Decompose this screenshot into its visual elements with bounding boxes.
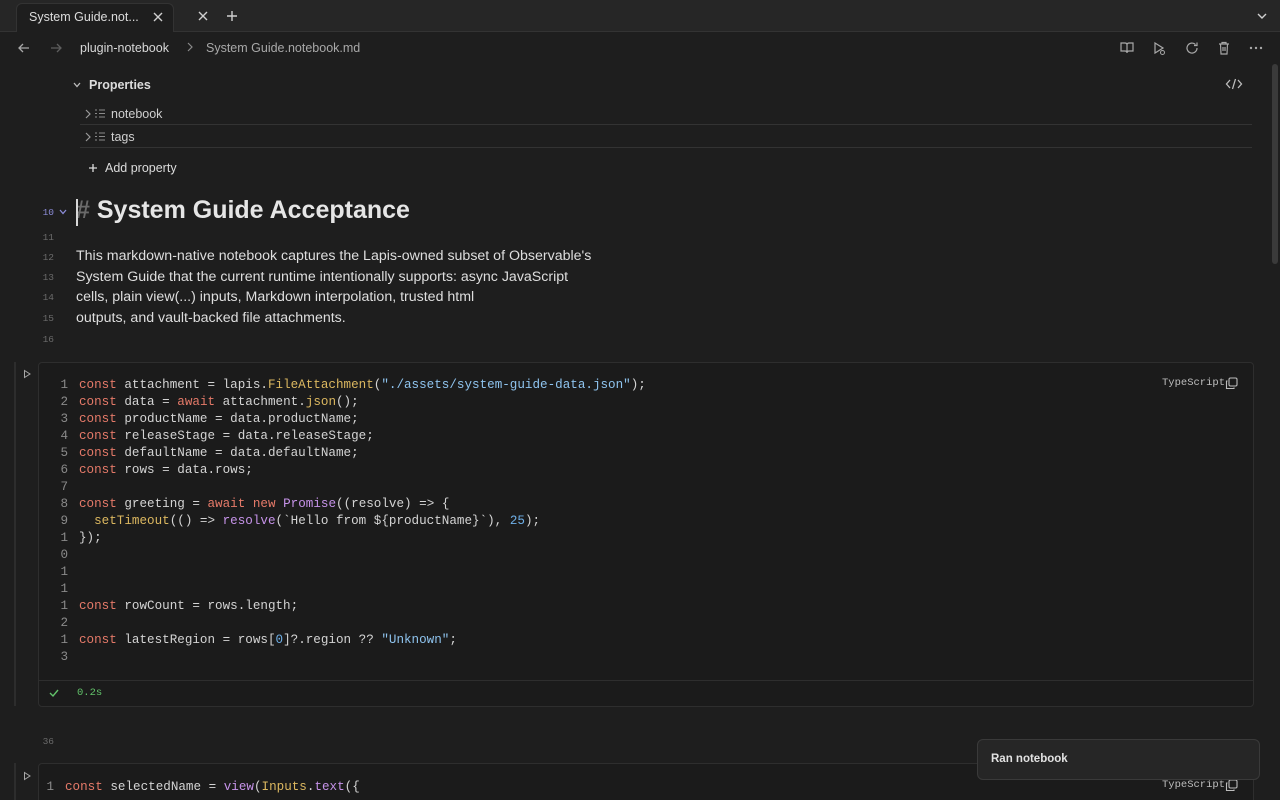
property-row-tags[interactable]: tags: [80, 125, 1252, 148]
code-icon[interactable]: [1225, 76, 1243, 92]
chevron-right-icon[interactable]: [84, 109, 92, 119]
line-number: 15: [42, 313, 54, 324]
code-line[interactable]: const selectedName = view(Inputs.text({: [65, 780, 360, 794]
chevron-down-icon[interactable]: [58, 207, 68, 217]
play-icon[interactable]: [22, 369, 32, 379]
code-line[interactable]: const greeting = await new Promise((reso…: [79, 497, 449, 511]
properties-title[interactable]: Properties: [89, 78, 151, 92]
breadcrumb-file[interactable]: System Guide.notebook.md: [206, 41, 360, 55]
language-label: TypeScript: [1162, 779, 1226, 791]
chevron-right-icon[interactable]: [84, 132, 92, 142]
code-line-number: 4: [60, 429, 68, 443]
check-icon: [49, 689, 59, 698]
page-heading: # System Guide Acceptance: [76, 196, 410, 225]
code-line[interactable]: const attachment = lapis.FileAttachment(…: [79, 378, 646, 392]
execution-time: 0.2s: [77, 687, 103, 699]
line-number: 14: [42, 292, 54, 303]
paragraph-line: This markdown-native notebook captures t…: [76, 248, 592, 264]
language-label: TypeScript: [1162, 377, 1226, 389]
code-line[interactable]: const rows = data.rows;: [79, 463, 253, 477]
code-line-number: 2: [60, 395, 68, 409]
trash-icon[interactable]: [1216, 40, 1232, 56]
paragraph-line: outputs, and vault-backed file attachmen…: [76, 310, 346, 326]
line-number: 36: [42, 736, 54, 747]
code-line-number: 1: [46, 780, 54, 794]
line-number: 12: [42, 252, 54, 263]
code-line-number: 1: [60, 633, 68, 647]
code-line[interactable]: const rowCount = rows.length;: [79, 599, 298, 613]
line-number: 16: [42, 334, 54, 345]
heading-text: System Guide Acceptance: [96, 196, 410, 224]
list-icon: [95, 109, 105, 118]
code-line-number: 1: [60, 531, 68, 545]
play-icon[interactable]: [22, 771, 32, 781]
chevron-down-icon[interactable]: [72, 80, 82, 90]
arrow-right-icon[interactable]: [48, 40, 64, 56]
tab-title: System Guide.not...: [29, 10, 139, 24]
code-line-number: 3: [60, 650, 68, 664]
chevron-down-icon[interactable]: [1253, 7, 1271, 25]
close-icon[interactable]: [149, 8, 167, 26]
paragraph-line: System Guide that the current runtime in…: [76, 269, 569, 285]
tab-bar: System Guide.not...: [0, 0, 1280, 32]
code-line[interactable]: const data = await attachment.json();: [79, 395, 359, 409]
line-number: 11: [42, 232, 54, 243]
heading-hash: #: [76, 196, 90, 224]
text-cursor: [76, 199, 78, 226]
play-icon[interactable]: [1151, 40, 1167, 56]
toast-notification[interactable]: Ran notebook: [977, 739, 1260, 780]
copy-icon[interactable]: [1225, 377, 1238, 390]
tab-system-guide[interactable]: System Guide.not...: [16, 3, 174, 32]
code-line-number: 1: [60, 378, 68, 392]
toast-message: Ran notebook: [991, 753, 1068, 765]
code-line-number: 1: [60, 582, 68, 596]
code-line-number: 5: [60, 446, 68, 460]
close-icon[interactable]: [194, 7, 212, 25]
paragraph-line: cells, plain view(...) inputs, Markdown …: [76, 289, 475, 305]
refresh-icon[interactable]: [1184, 40, 1200, 56]
code-line-number: 1: [60, 599, 68, 613]
copy-icon[interactable]: [1225, 779, 1238, 792]
code-line[interactable]: setTimeout(() => resolve(`Hello from ${p…: [79, 514, 540, 528]
code-line[interactable]: const defaultName = data.defaultName;: [79, 446, 359, 460]
chevron-right-icon: [187, 42, 193, 52]
plus-icon[interactable]: [88, 163, 98, 173]
more-icon[interactable]: [1248, 40, 1264, 56]
code-line-number: 2: [60, 616, 68, 630]
code-line[interactable]: const latestRegion = rows[0]?.region ?? …: [79, 633, 457, 647]
scrollbar[interactable]: [1272, 64, 1278, 264]
code-line[interactable]: });: [79, 531, 102, 545]
property-name[interactable]: notebook: [111, 107, 162, 121]
breadcrumb-folder[interactable]: plugin-notebook: [80, 41, 169, 55]
book-open-icon[interactable]: [1119, 40, 1135, 56]
plus-icon[interactable]: [223, 7, 241, 25]
property-row-notebook[interactable]: notebook: [80, 102, 1252, 125]
cell-status-bar: [39, 680, 1253, 706]
code-line[interactable]: const releaseStage = data.releaseStage;: [79, 429, 374, 443]
code-line-number: 1: [60, 565, 68, 579]
code-line-number: 8: [60, 497, 68, 511]
cell-selection-bar: [14, 362, 16, 706]
code-line-number: 6: [60, 463, 68, 477]
cell-selection-bar: [14, 763, 16, 800]
arrow-left-icon[interactable]: [16, 40, 32, 56]
code-line-number: 0: [60, 548, 68, 562]
code-line[interactable]: const productName = data.productName;: [79, 412, 359, 426]
line-number: 10: [42, 207, 54, 218]
line-number: 13: [42, 272, 54, 283]
list-icon: [95, 132, 105, 141]
add-property-button[interactable]: Add property: [105, 161, 177, 175]
nav-bar: plugin-notebook System Guide.notebook.md: [0, 32, 1280, 64]
property-name[interactable]: tags: [111, 130, 135, 144]
code-line-number: 7: [60, 480, 68, 494]
code-line-number: 9: [60, 514, 68, 528]
code-line-number: 3: [60, 412, 68, 426]
